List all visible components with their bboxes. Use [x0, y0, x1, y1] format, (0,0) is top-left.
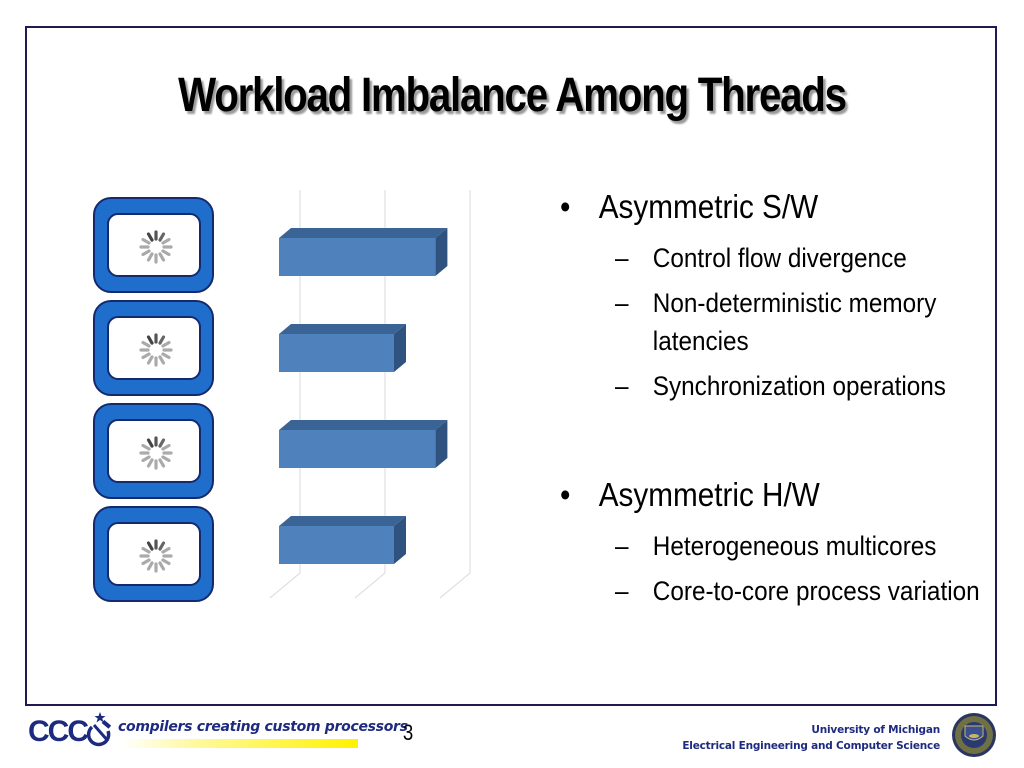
bullet-dot: •	[560, 188, 571, 225]
core-screen	[107, 522, 201, 586]
floor-gridline-1	[269, 572, 301, 599]
bar-front-face	[279, 526, 394, 564]
loading-spinner-icon	[139, 436, 173, 470]
sub-bullet-text: Heterogeneous multicores	[652, 531, 937, 561]
bar-top-face	[279, 516, 406, 526]
sub-bullet-text: Non-deterministic memory	[652, 288, 937, 318]
bar-front-face	[279, 334, 394, 372]
bar-top-face	[279, 228, 448, 238]
hammer-sickle-star-icon	[86, 712, 112, 747]
tagline: compilers creating custom processors	[118, 719, 408, 735]
bar-front-face	[279, 430, 436, 468]
loading-spinner-icon	[139, 333, 173, 367]
core-screen	[107, 213, 201, 277]
bullet-dot: •	[560, 476, 571, 513]
department-name: Electrical Engineering and Computer Scie…	[682, 740, 940, 752]
bar-top-face	[279, 324, 406, 334]
sub-bullet-dash: –	[615, 288, 629, 318]
core-box	[93, 403, 214, 499]
sub-bullet-dash: –	[615, 371, 629, 401]
floor-gridline-2	[354, 572, 386, 599]
core-box	[93, 300, 214, 396]
bullet-text: Asymmetric S/W	[598, 188, 819, 225]
bar-front-face	[279, 238, 436, 276]
sub-bullet-text: latencies	[652, 326, 749, 356]
university-seal-icon	[952, 713, 996, 757]
slide-title: Workload Imbalance Among Threads	[178, 69, 847, 122]
ccc-logo-text: CCC	[28, 715, 89, 748]
sub-bullet-dash: –	[615, 576, 629, 606]
workload-bar-chart	[269, 190, 471, 599]
core-box	[93, 506, 214, 602]
loading-spinner-icon	[139, 230, 173, 264]
sub-bullet-text: Synchronization operations	[652, 371, 946, 401]
core-screen	[107, 419, 201, 483]
university-name: University of Michigan	[811, 724, 940, 736]
core-box	[93, 197, 214, 293]
bar-3	[279, 420, 448, 468]
core-screen	[107, 316, 201, 380]
floor-gridline-3	[439, 572, 471, 599]
bar-4	[279, 516, 406, 564]
sub-bullet-dash: –	[615, 243, 629, 273]
university-info: University of Michigan Electrical Engine…	[682, 722, 940, 754]
bullet-text: Asymmetric H/W	[598, 476, 820, 513]
bar-2	[279, 324, 406, 372]
sub-bullet-dash: –	[615, 531, 629, 561]
bar-top-face	[279, 420, 448, 430]
sub-bullet-text: Control flow divergence	[652, 243, 907, 273]
sub-bullet-text: Core-to-core process variation	[652, 576, 980, 606]
bar-1	[279, 228, 448, 276]
loading-spinner-icon	[139, 539, 173, 573]
page-number: 3	[402, 720, 414, 745]
tagline-highlight	[122, 739, 358, 748]
